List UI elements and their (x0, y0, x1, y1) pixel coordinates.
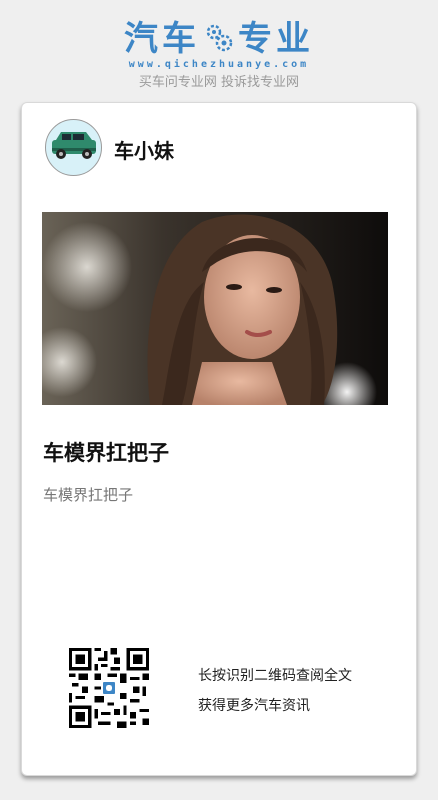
article-title: 车模界扛把子 (43, 441, 169, 465)
cover-image (42, 212, 388, 405)
qr-code[interactable] (69, 648, 149, 728)
portrait-photo (42, 212, 388, 405)
article-summary: 车模界扛把子 (43, 486, 134, 504)
article-card: 车小妹 车模界扛把子 车模界扛把子 长按识别二维码查阅全文 获得更多汽车资讯 (21, 102, 417, 776)
qr-hint-read-full: 长按识别二维码查阅全文 (198, 668, 352, 684)
brand-logo: 汽车 专业 (0, 18, 438, 60)
brand-title-left: 汽车 (124, 19, 200, 59)
brand-header: 汽车 专业 www.qichezhuanye.com 买车问专业网 投诉找专业网 (0, 0, 438, 98)
car-icon (52, 132, 96, 159)
avatar (45, 119, 102, 176)
brand-title-right: 专业 (238, 19, 314, 59)
brand-slogan: 买车问专业网 投诉找专业网 (138, 75, 300, 90)
qr-hint-more-news: 获得更多汽车资讯 (198, 698, 310, 714)
brand-url: www.qichezhuanye.com (128, 59, 310, 70)
gear-icon (206, 24, 233, 51)
author-name: 车小妹 (114, 139, 174, 163)
